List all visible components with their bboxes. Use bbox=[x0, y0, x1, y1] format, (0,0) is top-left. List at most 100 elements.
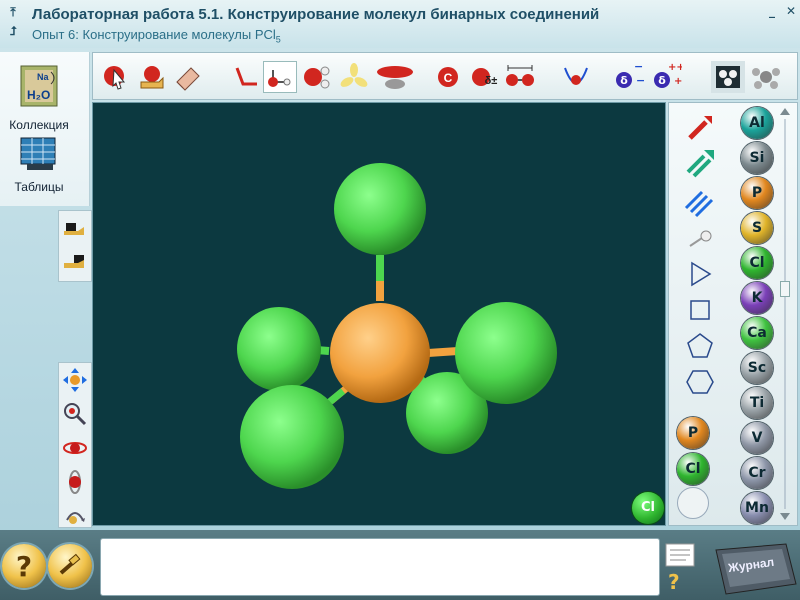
collection-icon: Na H₂O bbox=[20, 65, 58, 107]
rotate-horizontal-icon bbox=[63, 442, 87, 454]
rotate-model-button[interactable] bbox=[749, 61, 783, 93]
molecule-canvas[interactable] bbox=[92, 102, 666, 526]
dipole-negative-button[interactable]: δ − − bbox=[611, 61, 645, 93]
triangle-tool[interactable] bbox=[683, 257, 717, 291]
scrollbar-thumb[interactable] bbox=[780, 281, 790, 297]
element-al-button[interactable]: Al bbox=[741, 107, 773, 139]
element-s-button[interactable]: S bbox=[741, 212, 773, 244]
phosphorus-atom-central[interactable] bbox=[330, 303, 430, 403]
bond-length-button[interactable] bbox=[503, 61, 537, 93]
molecule-model-button[interactable] bbox=[263, 61, 297, 93]
element-k-button[interactable]: K bbox=[741, 282, 773, 314]
dipole-positive-button[interactable]: δ ++ + bbox=[649, 61, 683, 93]
collection-na-text: Na bbox=[37, 72, 49, 82]
svg-text:−: − bbox=[634, 62, 643, 73]
bond-angle-icon bbox=[235, 67, 257, 86]
side-tools-upper bbox=[58, 210, 92, 282]
single-bond-tool[interactable] bbox=[683, 111, 717, 145]
bond-length-icon bbox=[506, 65, 534, 86]
add-atom-tool[interactable] bbox=[59, 211, 91, 245]
empty-element-slot[interactable] bbox=[677, 487, 709, 519]
element-p-button[interactable]: P bbox=[677, 417, 709, 449]
subtitle-text: Опыт 6: Конструирование молекулы PCl bbox=[32, 27, 276, 42]
chlorine-atom-left[interactable] bbox=[237, 307, 321, 391]
minimize-button[interactable]: _ bbox=[763, 2, 781, 20]
zoom-tool[interactable] bbox=[59, 397, 91, 431]
element-v-button[interactable]: V bbox=[741, 422, 773, 454]
close-button[interactable]: ✕ bbox=[782, 2, 800, 20]
tables-icon bbox=[20, 137, 56, 170]
hand-drag-icon bbox=[140, 66, 164, 89]
double-bond-tool[interactable] bbox=[683, 147, 717, 181]
element-cl-button[interactable]: Cl bbox=[741, 247, 773, 279]
atom-pin-icon bbox=[689, 230, 712, 247]
element-si-button[interactable]: Si bbox=[741, 142, 773, 174]
spin-tool[interactable] bbox=[59, 499, 91, 533]
move-tool[interactable] bbox=[59, 363, 91, 397]
element-mn-button[interactable]: Mn bbox=[741, 492, 773, 524]
remove-atom-tool[interactable] bbox=[59, 245, 91, 279]
element-ti-button[interactable]: Ti bbox=[741, 387, 773, 419]
orbital-p-button[interactable] bbox=[373, 61, 417, 93]
chlorine-atom-axial[interactable] bbox=[334, 163, 426, 255]
svg-text:δ: δ bbox=[658, 74, 666, 87]
hand-remove-icon bbox=[64, 255, 84, 268]
hexagon-icon bbox=[686, 370, 714, 394]
dipole-positive-icon: δ+++ bbox=[654, 62, 682, 88]
left-panel: Na H₂O Коллекция Таблицы bbox=[0, 52, 90, 206]
triple-bond-tool[interactable] bbox=[683, 185, 717, 219]
message-box bbox=[100, 538, 660, 596]
potential-well-button[interactable] bbox=[559, 61, 593, 93]
eraser-button[interactable] bbox=[171, 61, 205, 93]
atom-c-label: C bbox=[444, 71, 453, 85]
spin-icon bbox=[66, 512, 85, 524]
partial-charge-icon: δ± bbox=[472, 68, 498, 87]
element-cr-button[interactable]: Cr bbox=[741, 457, 773, 489]
double-bond-icon bbox=[686, 150, 714, 178]
pentagon-tool[interactable] bbox=[683, 329, 717, 363]
select-pointer-button[interactable] bbox=[99, 61, 133, 93]
move-arrows-icon bbox=[63, 368, 87, 392]
nav-up-icon[interactable]: ⤒ bbox=[4, 3, 22, 21]
chlorine-atom-front[interactable] bbox=[240, 385, 344, 489]
hint-button[interactable] bbox=[48, 544, 92, 588]
camera-molecule-button[interactable] bbox=[711, 61, 745, 93]
svg-text:++: ++ bbox=[668, 62, 682, 73]
ball-stick-button[interactable] bbox=[299, 61, 333, 93]
element-cl-button[interactable]: Cl bbox=[677, 453, 709, 485]
pcl5-molecule[interactable] bbox=[93, 103, 665, 525]
bond-angle-button[interactable] bbox=[229, 61, 263, 93]
orbital-hybrid-button[interactable] bbox=[337, 61, 371, 93]
partial-charge-label: δ± bbox=[485, 75, 498, 87]
partial-charge-button[interactable]: δ± bbox=[467, 61, 501, 93]
dipole-negative-icon: δ−− bbox=[616, 62, 644, 88]
square-tool[interactable] bbox=[683, 293, 717, 327]
rotate-vertical-tool[interactable] bbox=[59, 465, 91, 499]
collection-button[interactable]: Na H₂O Коллекция bbox=[0, 62, 78, 132]
element-sc-button[interactable]: Sc bbox=[741, 352, 773, 384]
element-ca-button[interactable]: Ca bbox=[741, 317, 773, 349]
journal-button[interactable]: Журнал bbox=[706, 540, 800, 596]
collection-h2o-text: H₂O bbox=[27, 88, 50, 102]
element-p-button[interactable]: P bbox=[741, 177, 773, 209]
atom-c-button[interactable]: C bbox=[431, 61, 465, 93]
hand-drag-button[interactable] bbox=[135, 61, 169, 93]
triangle-icon bbox=[691, 261, 712, 287]
help-button[interactable]: ? bbox=[2, 544, 46, 588]
atom-pin-tool[interactable] bbox=[683, 221, 717, 255]
toolbar: C δ± δ − − δ ++ + bbox=[92, 52, 798, 100]
scrollbar-track bbox=[780, 108, 790, 520]
window-title: Лабораторная работа 5.1. Конструирование… bbox=[32, 6, 600, 23]
camera-molecule-icon bbox=[716, 66, 740, 88]
tables-button[interactable]: Таблицы bbox=[0, 134, 78, 194]
square-icon bbox=[690, 300, 710, 320]
active-element-badge[interactable]: Cl bbox=[632, 492, 664, 524]
nav-back-icon[interactable]: ⮥ bbox=[4, 22, 22, 40]
triple-bond-icon bbox=[684, 190, 714, 218]
chlorine-atom-right[interactable] bbox=[455, 302, 557, 404]
palette-scrollbar[interactable] bbox=[777, 105, 793, 523]
rotate-horizontal-tool[interactable] bbox=[59, 431, 91, 465]
orbital-hybrid-icon bbox=[340, 63, 368, 87]
notes-button[interactable]: ? bbox=[664, 542, 698, 594]
hexagon-tool[interactable] bbox=[683, 365, 717, 399]
